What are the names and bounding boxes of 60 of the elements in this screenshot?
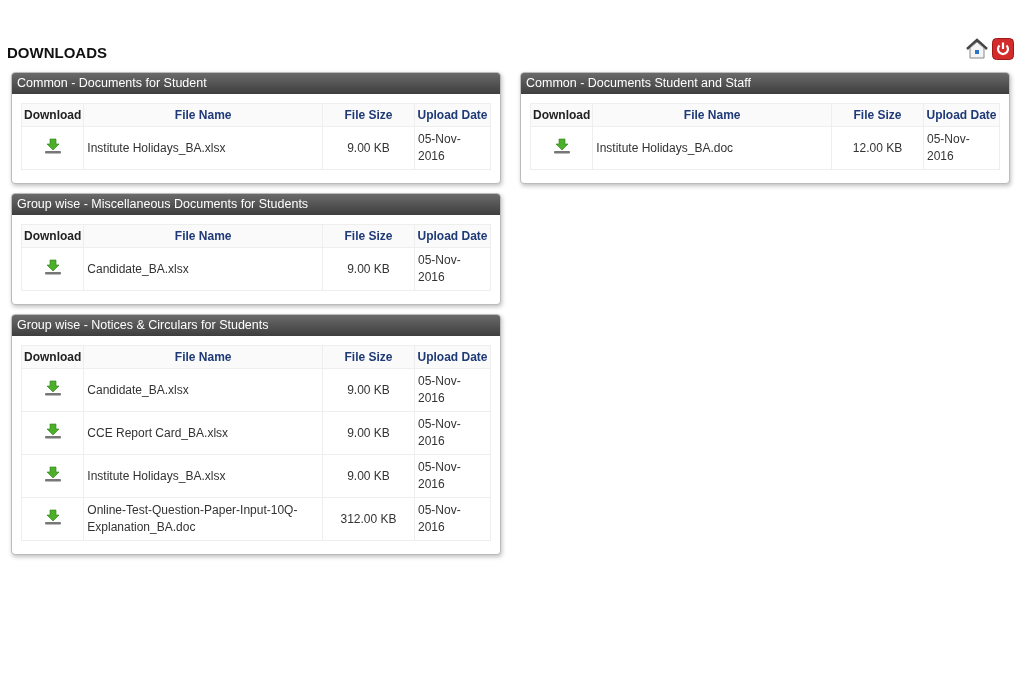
column-header: File Size <box>831 103 924 127</box>
column-header: Download <box>530 103 593 127</box>
upload-date-cell: 05-Nov-2016 <box>414 247 491 291</box>
home-button[interactable] <box>966 38 988 60</box>
column-header: File Size <box>322 345 415 369</box>
download-icon <box>552 137 571 154</box>
column-header: File Size <box>322 224 415 248</box>
download-icon <box>43 379 62 396</box>
page-title: DOWNLOADS <box>7 44 107 61</box>
download-icon <box>43 508 62 525</box>
file-name-cell: CCE Report Card_BA.xlsx <box>83 411 323 455</box>
panel-title: Group wise - Miscellaneous Documents for Students <box>12 194 500 215</box>
upload-date-cell: 05-Nov-2016 <box>414 497 491 541</box>
file-name-cell: Institute Holidays_BA.doc <box>592 126 832 170</box>
logout-button[interactable] <box>992 38 1014 60</box>
file-name-cell: Institute Holidays_BA.xlsx <box>83 454 323 498</box>
column-header: Download <box>21 345 84 369</box>
file-name-cell: Candidate_BA.xlsx <box>83 368 323 412</box>
download-button[interactable] <box>43 508 62 525</box>
upload-date-cell: 05-Nov-2016 <box>414 454 491 498</box>
column-header: Download <box>21 224 84 248</box>
column-header: Upload Date <box>414 103 491 127</box>
download-button[interactable] <box>43 465 62 482</box>
download-button[interactable] <box>43 422 62 439</box>
file-size-cell: 9.00 KB <box>322 247 415 291</box>
download-button[interactable] <box>43 379 62 396</box>
file-name-cell: Online-Test-Question-Paper-Input-10Q-Explanation_BA.doc <box>83 497 323 541</box>
file-size-cell: 9.00 KB <box>322 368 415 412</box>
file-name-cell: Candidate_BA.xlsx <box>83 247 323 291</box>
file-size-cell: 9.00 KB <box>322 126 415 170</box>
download-button[interactable] <box>43 258 62 275</box>
upload-date-cell: 05-Nov-2016 <box>414 411 491 455</box>
column-header: File Name <box>83 103 323 127</box>
upload-date-cell: 05-Nov-2016 <box>923 126 1000 170</box>
file-size-cell: 12.00 KB <box>831 126 924 170</box>
file-name-cell: Institute Holidays_BA.xlsx <box>83 126 323 170</box>
home-icon <box>966 38 988 60</box>
file-size-cell: 9.00 KB <box>322 454 415 498</box>
column-header: File Name <box>83 224 323 248</box>
download-button[interactable] <box>552 137 571 154</box>
panel-title: Common - Documents Student and Staff <box>521 73 1009 94</box>
upload-date-cell: 05-Nov-2016 <box>414 368 491 412</box>
column-header: Upload Date <box>923 103 1000 127</box>
download-icon <box>43 465 62 482</box>
column-header: Upload Date <box>414 224 491 248</box>
power-icon <box>992 38 1014 60</box>
column-header: File Name <box>83 345 323 369</box>
column-header: Upload Date <box>414 345 491 369</box>
column-header: File Name <box>592 103 832 127</box>
panel-title: Group wise - Notices & Circulars for Students <box>12 315 500 336</box>
download-button[interactable] <box>43 137 62 154</box>
download-icon <box>43 137 62 154</box>
column-header: Download <box>21 103 84 127</box>
file-size-cell: 312.00 KB <box>322 497 415 541</box>
column-header: File Size <box>322 103 415 127</box>
panel-title: Common - Documents for Student <box>12 73 500 94</box>
upload-date-cell: 05-Nov-2016 <box>414 126 491 170</box>
download-icon <box>43 258 62 275</box>
download-icon <box>43 422 62 439</box>
file-size-cell: 9.00 KB <box>322 411 415 455</box>
